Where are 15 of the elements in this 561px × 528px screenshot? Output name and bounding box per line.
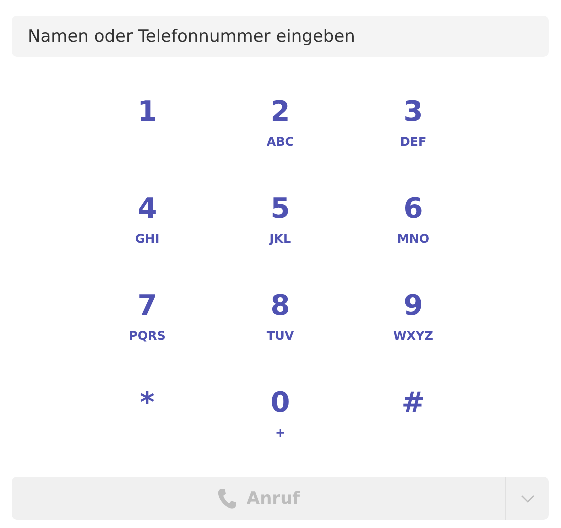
dial-key[interactable]: 5 JKL — [240, 186, 320, 258]
dial-key[interactable]: * — [108, 380, 188, 452]
dial-key[interactable]: 0 + — [240, 380, 320, 452]
dial-key[interactable]: 7 PQRS — [108, 283, 188, 356]
search-field[interactable]: Namen oder Telefonnummer eingeben — [12, 16, 549, 58]
dial-key[interactable]: 3 DEF — [374, 89, 454, 162]
dial-key[interactable]: # — [374, 380, 454, 452]
dial-key[interactable]: 9 WXYZ — [374, 283, 454, 356]
dial-key[interactable]: 1 — [108, 89, 188, 162]
dial-key[interactable]: 4 GHI — [108, 186, 188, 258]
chevron-down-icon — [520, 494, 534, 502]
dial-key[interactable]: 8 TUV — [240, 283, 320, 356]
phone-icon — [216, 488, 237, 510]
dial-key[interactable]: 6 MNO — [374, 186, 454, 258]
dial-key[interactable]: 2 ABC — [240, 89, 320, 162]
